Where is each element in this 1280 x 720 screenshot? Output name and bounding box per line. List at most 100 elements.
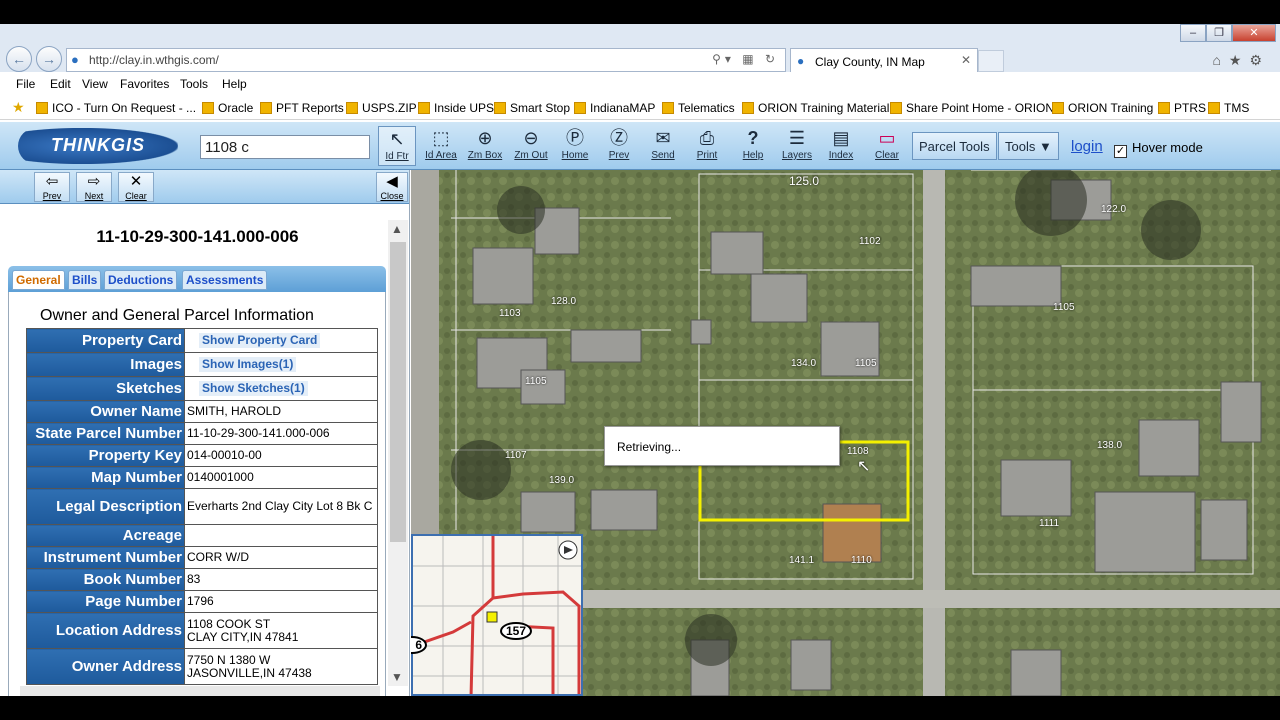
layers-icon: ☰ <box>788 128 806 148</box>
table-row: Location Address 1108 COOK ST CLAY CITY,IN… <box>26 612 378 649</box>
home-tool[interactable]: Ⓟ Home <box>556 126 594 166</box>
print-tool[interactable]: ⎙ Print <box>688 126 726 166</box>
restore-icon[interactable]: ❐ <box>1206 24 1232 42</box>
tab-general[interactable]: General <box>12 270 65 290</box>
show-images-link[interactable]: Show Images(1) <box>199 357 297 372</box>
tab-bills[interactable]: Bills <box>68 270 102 290</box>
favorite-link[interactable]: ICO - Turn On Request - ... <box>36 101 196 115</box>
zoom-out-tool[interactable]: ⊖ Zm Out <box>512 126 550 166</box>
field-label: Location Address <box>26 612 185 649</box>
address-url: http://clay.in.wthgis.com/ <box>89 53 219 67</box>
send-tool[interactable]: ✉ Send <box>644 126 682 166</box>
table-row: Legal Description Everharts 2nd Clay City… <box>26 488 378 525</box>
favorite-link[interactable]: ORION Training Material <box>742 101 889 115</box>
checkbox-checked-icon[interactable]: ✓ <box>1114 145 1127 158</box>
field-value: 1108 COOK ST CLAY CITY,IN 47841 <box>184 612 378 649</box>
favorite-link[interactable]: Smart Stop <box>494 101 570 115</box>
tab-close-icon[interactable]: ✕ <box>961 53 971 67</box>
dimension-label: 122.0 <box>1101 204 1127 215</box>
login-link[interactable]: login <box>1071 138 1103 155</box>
section-title: Owner and General Parcel Information <box>40 307 314 324</box>
favorite-link[interactable]: Oracle <box>202 101 253 115</box>
clear-tool[interactable]: ▭ Clear <box>868 126 906 166</box>
area-select-icon: ⬚ <box>432 128 450 148</box>
favorite-link[interactable]: TMS <box>1208 101 1249 115</box>
dimension-label: 134.0 <box>791 358 817 369</box>
ups-shield-icon <box>1208 102 1220 114</box>
favorite-link[interactable]: ORION Training <box>1052 101 1153 115</box>
parcel-address-label: 1105 <box>525 376 547 387</box>
zoom-out-icon: ⊖ <box>523 128 539 148</box>
parcel-address-label: 1102 <box>859 236 881 247</box>
table-row: Map Number 0140001000 <box>26 466 378 489</box>
page-icon <box>202 102 214 114</box>
favorite-link[interactable]: Telematics <box>662 101 735 115</box>
field-label: Owner Address <box>26 648 185 685</box>
scroll-down-icon[interactable]: ▼ <box>391 670 403 684</box>
favorites-star-icon[interactable]: ★ <box>12 99 25 116</box>
address-actions-icon[interactable]: ⚲▾ ▦ ↻ <box>712 52 779 66</box>
prev-button[interactable]: ⇦ Prev <box>34 172 70 202</box>
dimension-label: 125.0 <box>789 174 820 188</box>
menu-edit[interactable]: Edit <box>50 77 71 91</box>
favorite-link[interactable]: PTRS <box>1158 101 1206 115</box>
menu-file[interactable]: File <box>16 77 35 91</box>
browser-tab[interactable]: ● Clay County, IN Map ✕ <box>790 48 978 74</box>
search-input[interactable] <box>200 135 370 159</box>
favorite-link[interactable]: PFT Reports <box>260 101 344 115</box>
hover-mode-toggle[interactable]: ✓ Hover mode <box>1114 140 1203 158</box>
id-area-tool[interactable]: ⬚ Id Area <box>422 126 460 166</box>
favorite-link[interactable]: IndianaMAP <box>574 101 655 115</box>
favorite-link[interactable]: USPS.ZIP <box>346 101 417 115</box>
prev-extent-tool[interactable]: Ⓩ Prev <box>600 126 638 166</box>
layers-tool[interactable]: ☰ Layers <box>778 126 816 166</box>
chevron-down-icon: ▼ <box>1038 139 1052 154</box>
dimension-label: 128.0 <box>551 296 577 307</box>
field-label: Property Card <box>26 328 185 353</box>
parcel-address-label: 1111 <box>1039 518 1060 529</box>
favorite-link[interactable]: Inside UPS <box>418 101 494 115</box>
back-arrow-icon[interactable]: ← <box>6 46 32 72</box>
field-label: Instrument Number <box>26 546 185 569</box>
next-button[interactable]: ⇨ Next <box>76 172 112 202</box>
help-tool[interactable]: ? Help <box>734 126 772 166</box>
table-row: Owner Name SMITH, HAROLD <box>26 400 378 423</box>
collapse-left-icon: ◀ <box>386 173 398 190</box>
close-panel-button[interactable]: ◀ Close <box>376 172 408 202</box>
show-sketches-link[interactable]: Show Sketches(1) <box>199 381 308 396</box>
new-tab-button[interactable] <box>978 50 1004 72</box>
browser-titlebar: ← → ● http://clay.in.wthgis.com/ ⚲▾ ▦ ↻ … <box>0 24 1280 74</box>
scroll-up-icon[interactable]: ▲ <box>391 222 403 236</box>
favorite-link[interactable]: Share Point Home - ORION <box>890 101 1054 115</box>
page-icon <box>418 102 430 114</box>
zoom-box-tool[interactable]: ⊕ Zm Box <box>466 126 504 166</box>
index-tool[interactable]: ▤ Index <box>822 126 860 166</box>
parcel-tools-button[interactable]: Parcel Tools <box>912 132 997 160</box>
status-text: Retrieving... <box>617 440 682 454</box>
panel-horizontal-scrollbar[interactable] <box>20 686 380 696</box>
menu-favorites[interactable]: Favorites <box>120 77 169 91</box>
scroll-thumb[interactable] <box>390 242 406 542</box>
clear-button[interactable]: ✕ Clear <box>118 172 154 202</box>
show-property-card-link[interactable]: Show Property Card <box>199 333 321 348</box>
tools-dropdown[interactable]: Tools ▼ <box>998 132 1059 160</box>
browser-tool-icons[interactable]: ⌂★⚙ <box>1212 52 1270 69</box>
tab-deductions[interactable]: Deductions <box>104 270 178 290</box>
forward-arrow-icon[interactable]: → <box>36 46 62 72</box>
address-bar[interactable]: ● http://clay.in.wthgis.com/ ⚲▾ ▦ ↻ <box>66 48 786 72</box>
minimize-icon[interactable]: – <box>1180 24 1206 42</box>
window-close-icon[interactable]: ✕ <box>1232 24 1276 42</box>
tab-assessments[interactable]: Assessments <box>182 270 268 290</box>
menu-view[interactable]: View <box>82 77 108 91</box>
id-feature-tool[interactable]: ↖ Id Ftr <box>378 126 416 166</box>
folder-icon <box>890 102 902 114</box>
panel-scrollbar[interactable]: ▲ ▼ <box>388 220 408 686</box>
aerial-map[interactable]: 125.0 1102 122.0 128.0 1103 1105 134.0 1… <box>411 170 1280 696</box>
field-label: Owner Name <box>26 400 185 423</box>
field-value: Show Property Card <box>184 328 378 353</box>
menu-help[interactable]: Help <box>222 77 247 91</box>
pointer-icon: ↖ <box>389 129 405 149</box>
menu-tools[interactable]: Tools <box>180 77 208 91</box>
overview-inset-map[interactable] <box>411 534 583 696</box>
field-value: CORR W/D <box>184 546 378 569</box>
